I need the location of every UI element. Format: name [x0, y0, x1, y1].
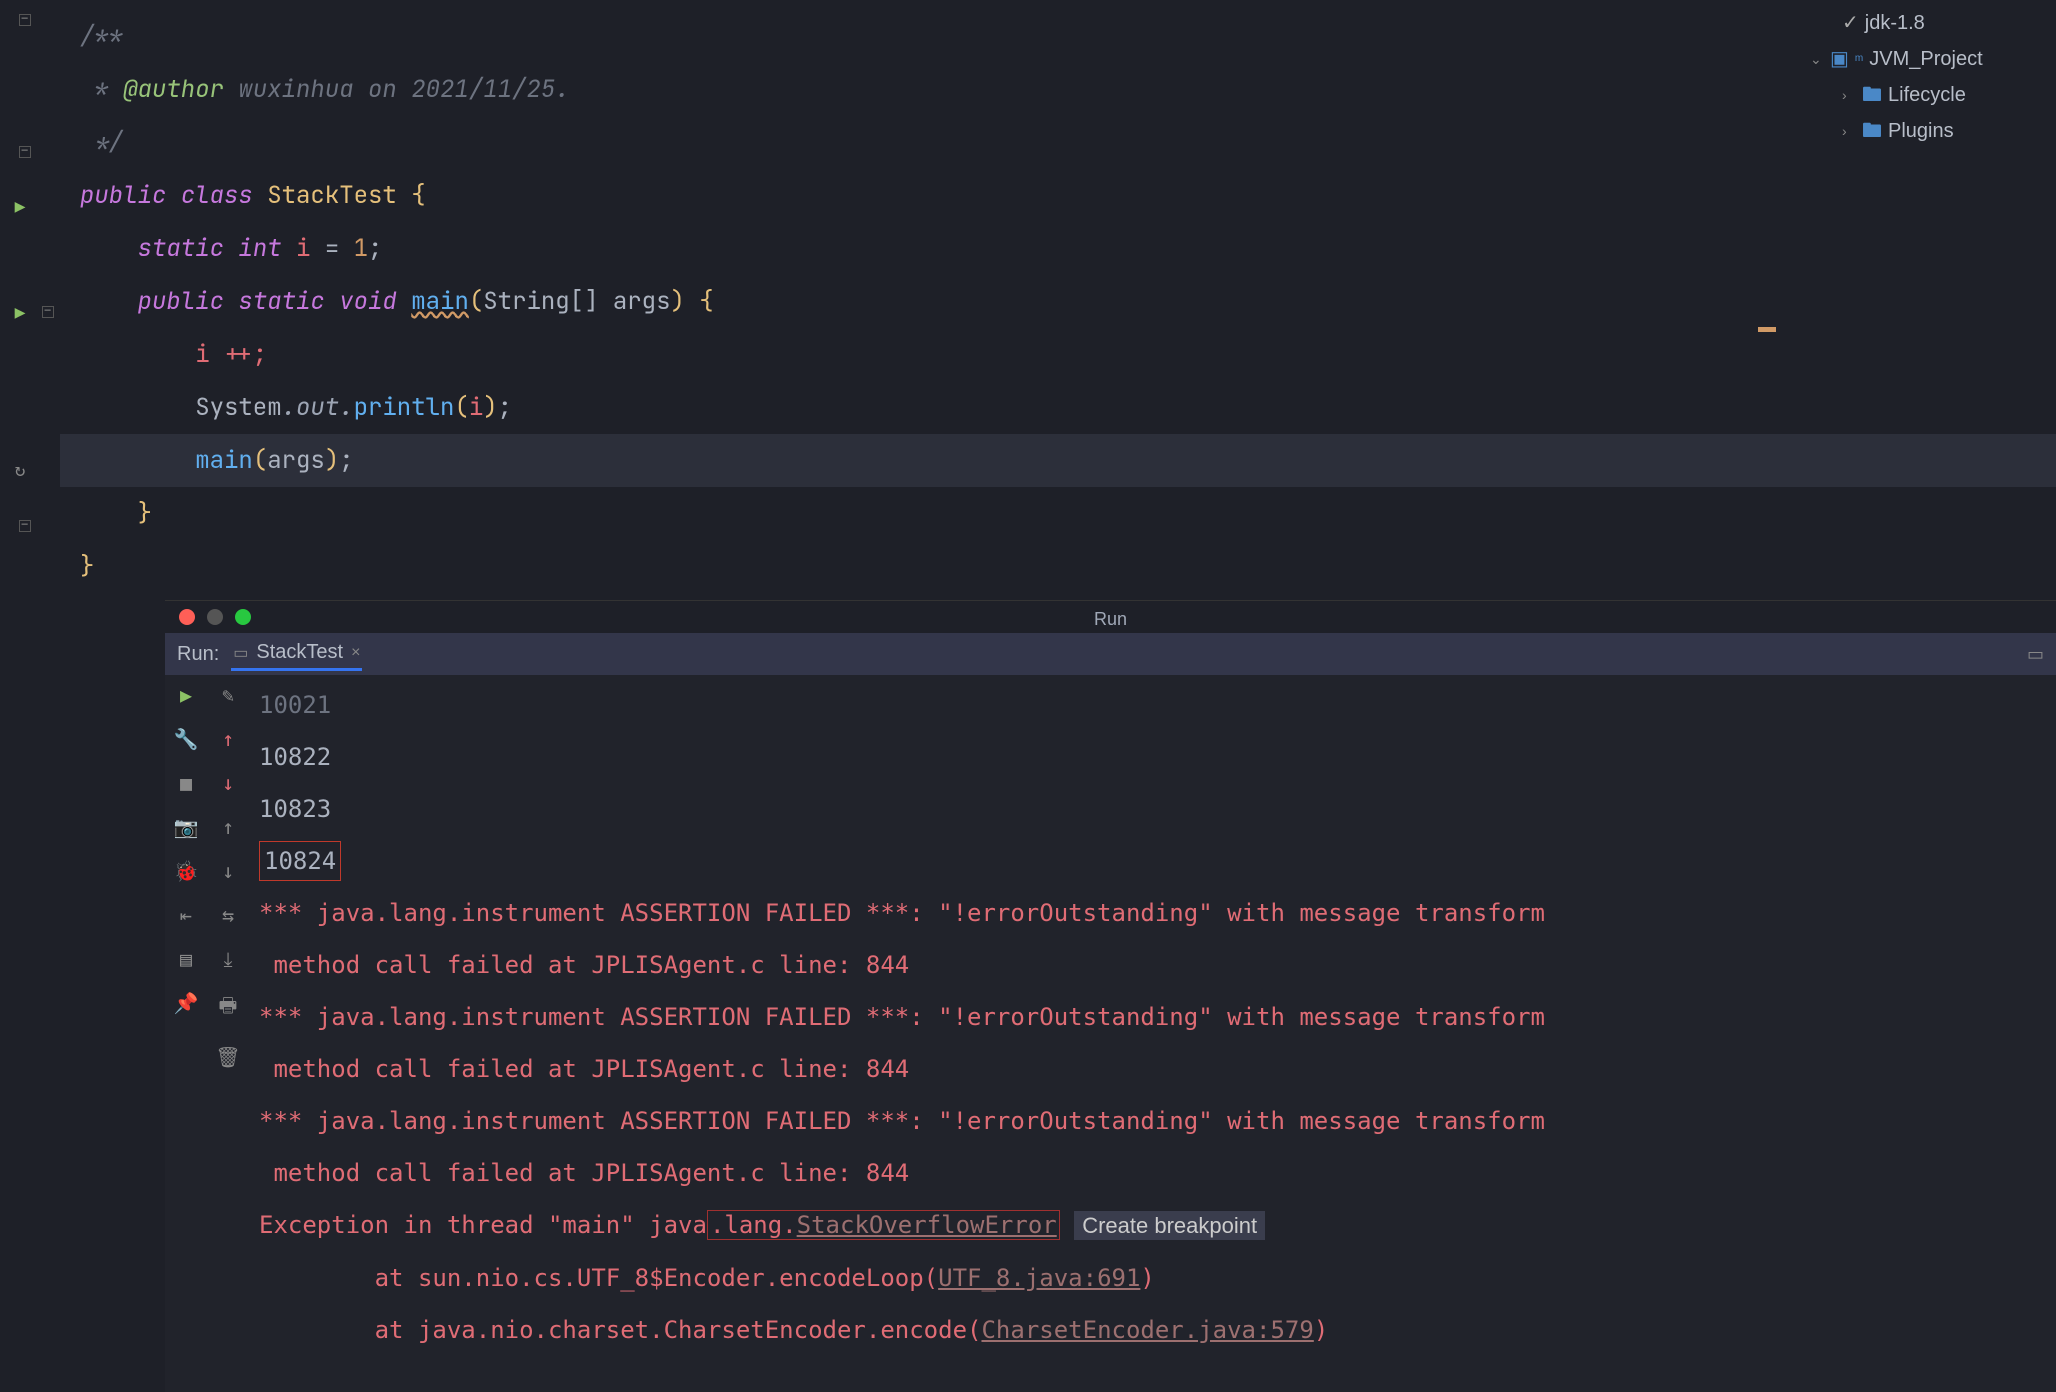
author-tag: @author — [123, 74, 224, 105]
recursive-call: main — [195, 445, 253, 476]
error-line: method call failed at JPLISAgent.c line:… — [259, 1043, 2046, 1095]
output-highlighted: 10824 — [259, 841, 341, 881]
kw-class: class — [181, 180, 253, 211]
code-content[interactable]: /** * @author wuxinhua on 2021/11/25. */… — [60, 0, 2056, 600]
output-line: 10823 — [259, 783, 2046, 835]
error-line: *** java.lang.instrument ASSERTION FAILE… — [259, 887, 2046, 939]
run-gutter-icon[interactable]: ▶ — [10, 196, 30, 217]
param-type: String[] — [483, 286, 598, 317]
error-line: method call failed at JPLISAgent.c line:… — [259, 939, 2046, 991]
scroll-end-icon[interactable]: ⤓ — [224, 947, 233, 971]
stmt-increment: i ++; — [195, 339, 267, 370]
down-arrow-icon[interactable]: ↓ — [222, 771, 234, 795]
kw-int: int — [238, 233, 281, 264]
wrench-icon[interactable]: 🔧 — [174, 727, 199, 751]
fold-icon[interactable] — [15, 14, 35, 30]
kw-static: static — [138, 233, 224, 264]
exception-text: Exception in thread "main" java — [259, 1211, 707, 1239]
stop-button[interactable]: ■ — [180, 771, 192, 795]
editor-gutter: ▶ ▶ ↻ — [0, 0, 60, 600]
tree-plugins[interactable]: › 🖿 Plugins — [1786, 113, 2046, 149]
field-i: i — [296, 233, 310, 264]
close-window-button[interactable] — [179, 609, 195, 625]
up-icon[interactable]: ↑ — [222, 815, 234, 839]
run-tab-label: StackTest — [256, 641, 343, 664]
minimize-window-button[interactable] — [207, 609, 223, 625]
out: .out. — [282, 392, 354, 423]
error-line: method call failed at JPLISAgent.c line:… — [259, 1147, 2046, 1199]
camera-icon[interactable]: 📷 — [174, 815, 199, 839]
stack-frame: at java.nio.charset.CharsetEncoder.encod… — [259, 1316, 981, 1344]
error-line: *** java.lang.instrument ASSERTION FAILE… — [259, 991, 2046, 1043]
tree-jdk[interactable]: ✓ jdk-1.8 — [1786, 5, 2046, 41]
run-tab-stacktest[interactable]: ▭ StackTest × — [231, 637, 362, 671]
println: println — [354, 392, 455, 423]
literal-1: 1 — [354, 233, 368, 264]
edit-icon[interactable]: ✎ — [222, 683, 234, 707]
source-link[interactable]: CharsetEncoder.java:579 — [981, 1316, 1313, 1344]
project-tree[interactable]: ✓ jdk-1.8 ⌄ ▣m JVM_Project › 🖿 Lifecycle… — [1786, 5, 2046, 149]
run-label: Run: — [177, 643, 219, 666]
output-line: 10822 — [259, 731, 2046, 783]
class-name: StackTest — [267, 180, 397, 211]
close-tab-icon[interactable]: × — [351, 644, 360, 662]
error-line: *** java.lang.instrument ASSERTION FAILE… — [259, 1095, 2046, 1147]
up-arrow-icon[interactable]: ↑ — [222, 727, 234, 751]
code-editor[interactable]: ▶ ▶ ↻ /** * @author wuxinhua on 2021/11/… — [0, 0, 2056, 600]
author-text: wuxinhua on 2021/11/25. — [224, 74, 570, 105]
trash-icon[interactable]: 🗑 — [215, 1045, 240, 1069]
bug-icon[interactable]: 🐞 — [174, 859, 199, 883]
down-icon[interactable]: ↓ — [222, 859, 234, 883]
pin-icon[interactable]: 📌 — [174, 991, 199, 1015]
exception-class-link[interactable]: StackOverflowError — [797, 1211, 1057, 1239]
panel-title: Run — [1094, 609, 1127, 630]
method-main: main — [411, 286, 469, 317]
run-panel: Run Run: ▭ StackTest × ▭ ▶ 🔧 ■ 📷 🐞 ⇤ ▤ 📌… — [165, 600, 2056, 1392]
run-tab-bar: Run: ▭ StackTest × ▭ — [165, 633, 2056, 675]
kw-void: void — [339, 286, 397, 317]
run-toolbar-right: ✎ ↑ ↓ ↑ ↓ ⇆ ⤓ 🖶 🗑 — [207, 675, 249, 1391]
source-link[interactable]: UTF_8.java:691 — [938, 1264, 1140, 1292]
doc-comment: /** — [80, 21, 123, 52]
layout-icon[interactable]: ▭ — [2027, 644, 2044, 665]
output-line: 10021 — [259, 679, 2046, 731]
run-gutter-icon[interactable]: ▶ — [10, 302, 30, 323]
console-output[interactable]: 10021 10822 10823 10824 *** java.lang.in… — [249, 675, 2056, 1391]
tree-project[interactable]: ⌄ ▣m JVM_Project — [1786, 41, 2046, 77]
editor-marker — [1758, 327, 1776, 332]
doc-close: */ — [80, 127, 123, 158]
param-args: args — [613, 286, 671, 317]
layout-split-icon[interactable]: ▤ — [180, 947, 192, 971]
run-toolbar-left: ▶ 🔧 ■ 📷 🐞 ⇤ ▤ 📌 — [165, 675, 207, 1391]
run-config-icon: ▭ — [233, 643, 248, 663]
fold-icon[interactable] — [15, 146, 35, 162]
refresh-icon[interactable]: ↻ — [10, 460, 30, 481]
zoom-window-button[interactable] — [235, 609, 251, 625]
kw-public: public — [80, 180, 166, 211]
stack-frame: at sun.nio.cs.UTF_8$Encoder.encodeLoop( — [259, 1264, 938, 1292]
tree-lifecycle[interactable]: › 🖿 Lifecycle — [1786, 77, 2046, 113]
system: System — [195, 392, 281, 423]
fold-icon[interactable] — [15, 520, 35, 536]
rerun-button[interactable]: ▶ — [180, 683, 192, 707]
exit-icon[interactable]: ⇤ — [180, 903, 192, 927]
fold-icon[interactable] — [38, 306, 58, 322]
create-breakpoint-button[interactable]: Create breakpoint — [1074, 1211, 1265, 1240]
soft-wrap-icon[interactable]: ⇆ — [222, 903, 234, 927]
print-icon[interactable]: 🖶 — [219, 991, 238, 1025]
